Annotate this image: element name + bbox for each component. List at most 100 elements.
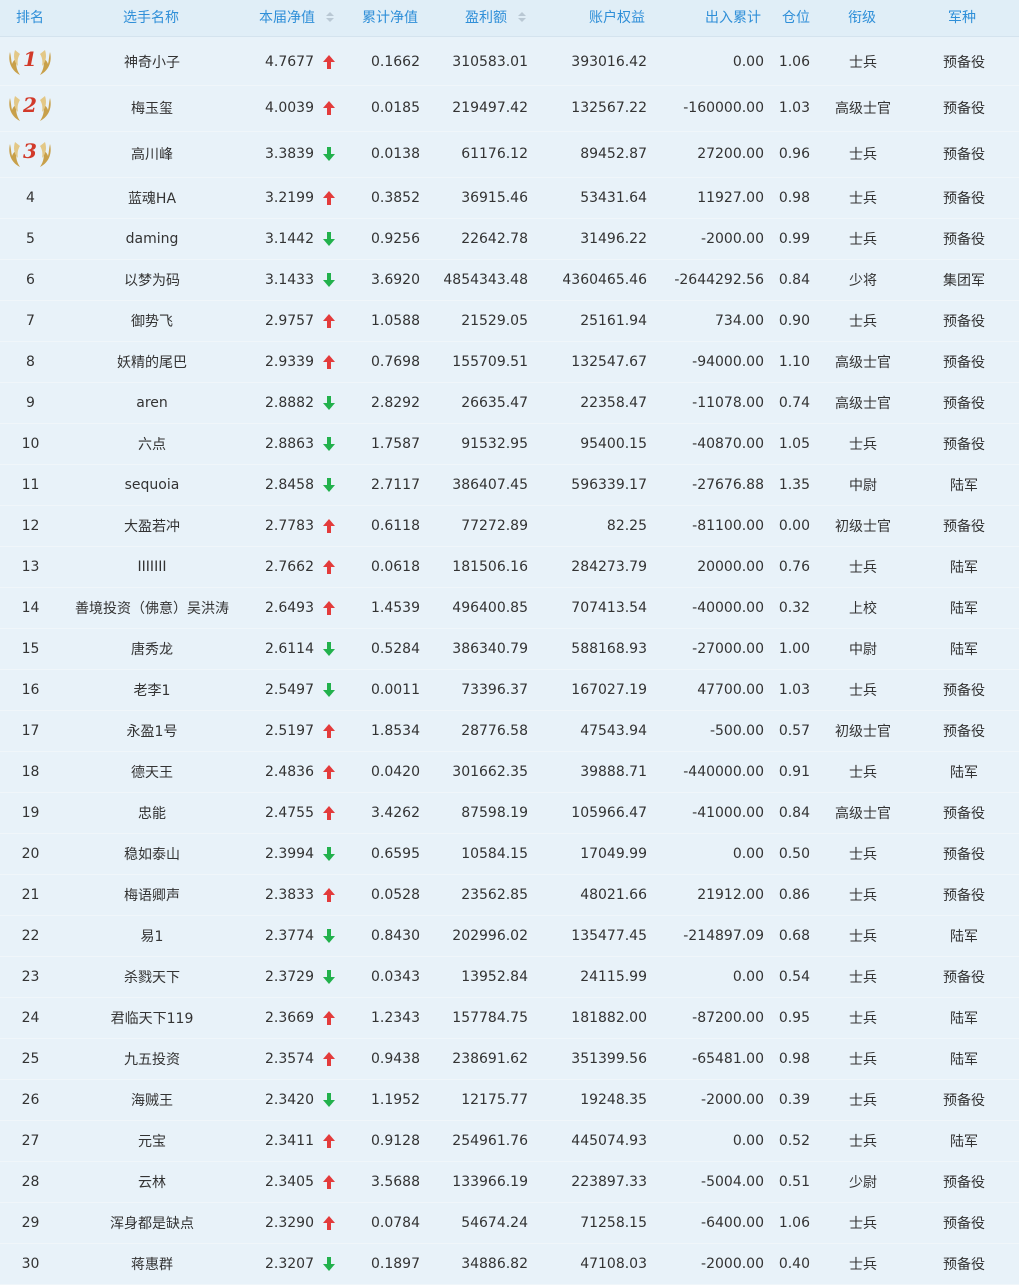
player-name[interactable]: 杀戮天下 [62,956,242,997]
table-row[interactable]: 24 君临天下119 2.3669 1.2343 157784.75 181882.00 -… [0,997,1019,1039]
table-row[interactable]: 1 神奇小子 4.7677 0.1662 310583.01 393016.42 0.00 1… [0,38,1019,86]
medal-rank-number: 2 [22,93,37,117]
player-name[interactable]: 善境投资（佛意）吴洪涛 [62,587,242,628]
player-name[interactable]: 云林 [62,1161,242,1202]
grade-value: 上校 [849,600,877,617]
branch-value: 预备役 [943,436,985,453]
table-row[interactable]: 16 老李1 2.5497 0.0011 73396.37 167027.19 47700.… [0,669,1019,711]
table-row[interactable]: 2 梅玉玺 4.0039 0.0185 219497.42 132567.22 -16000… [0,85,1019,132]
table-row[interactable]: 27 元宝 2.3411 0.9128 254961.76 445074.93 0.00 0.… [0,1120,1019,1162]
table-row[interactable]: 4 蓝魂HA 3.2199 0.3852 36915.46 53431.64 11927.0… [0,177,1019,219]
grade-value: 少将 [849,272,877,289]
player-name[interactable]: 唐秀龙 [62,628,242,669]
header-nav[interactable]: 本届净值 [259,0,335,36]
table-row[interactable]: 14 善境投资（佛意）吴洪涛 2.6493 1.4539 496400.85 707413… [0,587,1019,629]
table-row[interactable]: 12 大盈若冲 2.7783 0.6118 77272.89 82.25 -81100.00… [0,505,1019,547]
player-name[interactable]: 神奇小子 [62,38,242,85]
cumulative-nav: 0.6595 [371,845,420,862]
header-account-equity[interactable]: 账户权益 [589,0,645,36]
profit-value: 34886.82 [461,1255,528,1272]
player-name[interactable]: IIIIIII [62,546,242,587]
nav-value: 2.3994 [265,845,314,862]
table-row[interactable]: 5 daming 3.1442 0.9256 22642.78 31496.22 -2000… [0,218,1019,260]
player-name[interactable]: 大盈若冲 [62,505,242,546]
table-row[interactable]: 13 IIIIIII 2.7662 0.0618 181506.16 284273.79 2… [0,546,1019,588]
position-value: 1.00 [778,640,810,657]
equity-value: 71258.15 [580,1214,647,1231]
player-name[interactable]: 稳如泰山 [62,833,242,874]
arrow-up-icon [322,1120,336,1161]
inout-value: -214897.09 [683,927,764,944]
nav-value: 2.3411 [265,1132,314,1149]
rank-cell: 24 [21,1009,40,1026]
table-row[interactable]: 20 稳如泰山 2.3994 0.6595 10584.15 17049.99 0.00 0.… [0,833,1019,875]
table-row[interactable]: 11 sequoia 2.8458 2.7117 386407.45 596339.17 -… [0,464,1019,506]
position-value: 0.98 [778,189,810,206]
table-row[interactable]: 9 aren 2.8882 2.8292 26635.47 22358.47 -11078.… [0,382,1019,424]
table-row[interactable]: 7 御势飞 2.9757 1.0588 21529.05 25161.94 734.00 0.… [0,300,1019,342]
arrow-up-icon [322,546,336,587]
player-name[interactable]: sequoia [62,464,242,505]
table-row[interactable]: 28 云林 2.3405 3.5688 133966.19 223897.33 -5004.… [0,1161,1019,1203]
position-value: 0.84 [778,804,810,821]
inout-value: -2000.00 [701,1255,764,1272]
rank-cell: 8 [26,353,35,370]
table-row[interactable]: 25 九五投资 2.3574 0.9438 238691.62 351399.56 -654… [0,1038,1019,1080]
header-cumulative-nav[interactable]: 累计净值 [362,0,418,36]
player-name[interactable]: 浑身都是缺点 [62,1202,242,1243]
player-name[interactable]: 元宝 [62,1120,242,1161]
table-row[interactable]: 21 梅语卿声 2.3833 0.0528 23562.85 48021.66 21912.… [0,874,1019,916]
table-row[interactable]: 17 永盈1号 2.5197 1.8534 28776.58 47543.94 -500.0… [0,710,1019,752]
table-row[interactable]: 26 海贼王 2.3420 1.1952 12175.77 19248.35 -2000.0… [0,1079,1019,1121]
header-grade[interactable]: 衔级 [848,0,876,36]
table-row[interactable]: 22 易1 2.3774 0.8430 202996.02 135477.45 -21489… [0,915,1019,957]
player-name[interactable]: 易1 [62,915,242,956]
player-name[interactable]: 蓝魂HA [62,177,242,218]
player-name[interactable]: 老李1 [62,669,242,710]
player-name[interactable]: 蒋惠群 [62,1243,242,1284]
player-name[interactable]: 高川峰 [62,131,242,177]
sort-icon[interactable] [518,12,527,22]
player-name[interactable]: aren [62,382,242,423]
player-name[interactable]: 以梦为码 [62,259,242,300]
player-name[interactable]: 御势飞 [62,300,242,341]
cumulative-nav: 1.2343 [371,1009,420,1026]
arrow-down-icon [322,382,336,423]
table-row[interactable]: 29 浑身都是缺点 2.3290 0.0784 54674.24 71258.15 -640… [0,1202,1019,1244]
header-position[interactable]: 仓位 [782,0,810,36]
profit-value: 386340.79 [452,640,528,657]
grade-value: 士兵 [849,1215,877,1232]
player-name[interactable]: 妖精的尾巴 [62,341,242,382]
player-name[interactable]: 梅玉玺 [62,85,242,131]
table-row[interactable]: 30 蒋惠群 2.3207 0.1897 34886.82 47108.03 -2000.0… [0,1243,1019,1285]
table-row[interactable]: 15 唐秀龙 2.6114 0.5284 386340.79 588168.93 -2700… [0,628,1019,670]
table-row[interactable]: 18 德天王 2.4836 0.0420 301662.35 39888.71 -44000… [0,751,1019,793]
grade-value: 士兵 [849,969,877,986]
player-name[interactable]: daming [62,218,242,259]
player-name[interactable]: 海贼王 [62,1079,242,1120]
player-name[interactable]: 忠能 [62,792,242,833]
header-inout-cumulative[interactable]: 出入累计 [705,0,761,36]
player-name[interactable]: 九五投资 [62,1038,242,1079]
player-name[interactable]: 永盈1号 [62,710,242,751]
table-row[interactable]: 23 杀戮天下 2.3729 0.0343 13952.84 24115.99 0.00 0.… [0,956,1019,998]
table-row[interactable]: 19 忠能 2.4755 3.4262 87598.19 105966.47 -41000.… [0,792,1019,834]
header-branch[interactable]: 军种 [948,0,976,36]
cumulative-nav: 0.0138 [371,146,420,162]
player-name[interactable]: 德天王 [62,751,242,792]
header-player-name[interactable]: 选手名称 [123,0,179,36]
header-rank[interactable]: 排名 [16,0,44,36]
medal-rank-number: 3 [23,139,37,163]
player-name[interactable]: 六点 [62,423,242,464]
header-profit[interactable]: 盈利额 [465,0,527,36]
nav-value: 2.8863 [265,435,314,452]
position-value: 0.99 [778,230,810,247]
table-row[interactable]: 6 以梦为码 3.1433 3.6920 4854343.48 4360465.46 -26… [0,259,1019,301]
table-row[interactable]: 3 高川峰 3.3839 0.0138 61176.12 89452.87 27200.00… [0,131,1019,178]
table-row[interactable]: 8 妖精的尾巴 2.9339 0.7698 155709.51 132547.67 -940… [0,341,1019,383]
sort-icon[interactable] [326,12,335,22]
table-row[interactable]: 10 六点 2.8863 1.7587 91532.95 95400.15 -40870.0… [0,423,1019,465]
rank-cell: 22 [21,927,40,944]
player-name[interactable]: 梅语卿声 [62,874,242,915]
player-name[interactable]: 君临天下119 [62,997,242,1038]
